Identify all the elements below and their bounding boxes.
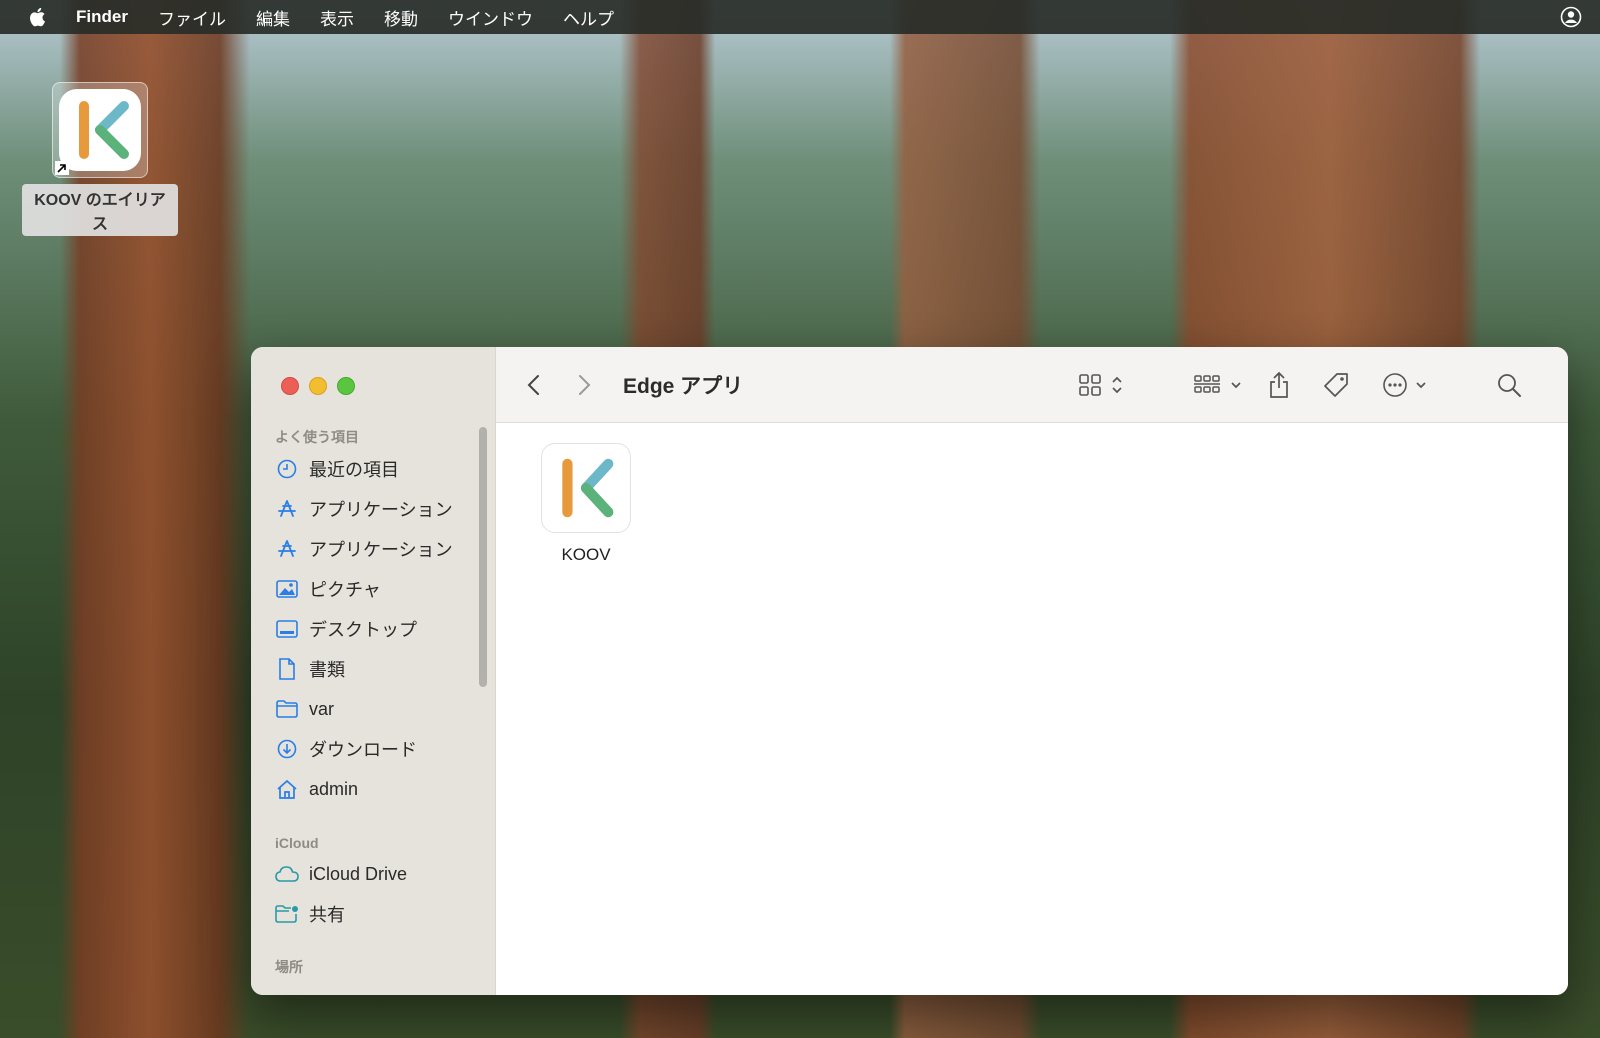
- file-item-koov[interactable]: KOOV: [541, 443, 631, 565]
- share-button[interactable]: [1268, 369, 1290, 401]
- sidebar-item-applications[interactable]: アプリケーション: [275, 494, 453, 524]
- menu-file[interactable]: ファイル: [158, 5, 226, 30]
- places-heading: 場所: [275, 959, 303, 975]
- finder-content: KOOV: [496, 423, 1568, 995]
- sidebar-item-var[interactable]: var: [275, 694, 334, 724]
- desktop-alias-label: KOOV のエイリアス: [22, 184, 178, 236]
- sidebar-item-recents[interactable]: 最近の項目: [275, 454, 399, 484]
- chevron-down-icon: [1231, 382, 1241, 389]
- icon-view-icon: [1079, 374, 1101, 396]
- sidebar-item-applications-2[interactable]: アプリケーション: [275, 534, 453, 564]
- desktop-icon: [275, 617, 299, 641]
- view-mode-button[interactable]: [1078, 369, 1124, 401]
- back-button[interactable]: [526, 369, 542, 401]
- shared-folder-icon: [275, 902, 299, 926]
- chevron-down-icon: [1416, 382, 1426, 389]
- sidebar-item-admin[interactable]: admin: [275, 774, 358, 804]
- sidebar-item-label: admin: [309, 778, 359, 799]
- sidebar-item-desktop[interactable]: デスクトップ: [275, 614, 417, 644]
- photo-icon: [275, 577, 299, 601]
- apps-icon: [275, 497, 299, 521]
- koov-app-icon: [541, 443, 631, 533]
- tag-button[interactable]: [1322, 369, 1350, 401]
- minimize-button[interactable]: [309, 377, 327, 395]
- search-icon: [1498, 374, 1521, 397]
- sidebar-item-label: ダウンロード: [309, 740, 417, 760]
- sidebar-item-label: アプリケーション: [309, 540, 453, 560]
- document-icon: [275, 657, 299, 681]
- sidebar-item-documents[interactable]: 書類: [275, 654, 345, 684]
- finder-toolbar: Edge アプリ: [496, 347, 1568, 423]
- apple-menu-icon[interactable]: [28, 6, 50, 28]
- folder-icon: [275, 697, 299, 721]
- menu-go[interactable]: 移動: [384, 5, 418, 30]
- window-title: Edge アプリ: [623, 375, 744, 398]
- menu-finder[interactable]: Finder: [76, 7, 128, 27]
- file-name: KOOV: [561, 545, 611, 564]
- chevron-up-down-icon: [1112, 376, 1122, 394]
- search-button[interactable]: [1496, 369, 1522, 401]
- sidebar-item-label: 最近の項目: [309, 460, 399, 480]
- sidebar-item-label: アプリケーション: [309, 500, 453, 520]
- koov-app-icon: [52, 82, 148, 178]
- cloud-icon: [275, 862, 299, 886]
- sidebar-scrollbar[interactable]: [479, 427, 487, 687]
- sidebar-item-label: iCloud Drive: [309, 863, 408, 884]
- sidebar-item-label: 共有: [309, 905, 345, 925]
- icloud-heading: iCloud: [275, 835, 319, 851]
- sidebar-item-label: var: [309, 698, 335, 719]
- sidebar-item-label: デスクトップ: [309, 620, 417, 640]
- sidebar-item-shared[interactable]: 共有: [275, 899, 345, 929]
- sidebar-item-downloads[interactable]: ダウンロード: [275, 734, 417, 764]
- menu-window[interactable]: ウインドウ: [448, 5, 533, 30]
- alias-arrow-icon: [55, 161, 69, 175]
- download-icon: [275, 737, 299, 761]
- finder-window: よく使う項目 最近の項目 アプリケーション アプリケーション ピクチャ デスクト…: [251, 347, 1568, 995]
- finder-sidebar: よく使う項目 最近の項目 アプリケーション アプリケーション ピクチャ デスクト…: [251, 347, 496, 995]
- zoom-button[interactable]: [337, 377, 355, 395]
- group-icon: [1194, 375, 1220, 393]
- user-account-icon[interactable]: [1560, 6, 1582, 33]
- desktop-alias-koov[interactable]: KOOV のエイリアス: [22, 82, 178, 236]
- chevron-left-icon: [527, 375, 539, 395]
- close-button[interactable]: [281, 377, 299, 395]
- more-actions-button[interactable]: [1382, 369, 1428, 401]
- menu-help[interactable]: ヘルプ: [563, 5, 614, 30]
- sidebar-item-pictures[interactable]: ピクチャ: [275, 574, 381, 604]
- home-icon: [275, 777, 299, 801]
- group-button[interactable]: [1193, 369, 1243, 401]
- favorites-heading: よく使う項目: [275, 429, 359, 445]
- clock-icon: [275, 457, 299, 481]
- apps-icon: [275, 537, 299, 561]
- sidebar-item-label: ピクチャ: [309, 580, 381, 600]
- window-controls: [281, 377, 355, 395]
- share-icon: [1270, 371, 1288, 398]
- menu-view[interactable]: 表示: [320, 5, 354, 30]
- menu-edit[interactable]: 編集: [256, 5, 290, 30]
- tag-icon: [1324, 373, 1348, 397]
- forward-button[interactable]: [576, 369, 592, 401]
- sidebar-item-label: 書類: [309, 660, 345, 680]
- chevron-right-icon: [579, 375, 591, 395]
- menu-bar: Finder ファイル 編集 表示 移動 ウインドウ ヘルプ: [0, 0, 1600, 34]
- ellipsis-circle-icon: [1383, 373, 1407, 397]
- sidebar-item-icloud-drive[interactable]: iCloud Drive: [275, 859, 407, 889]
